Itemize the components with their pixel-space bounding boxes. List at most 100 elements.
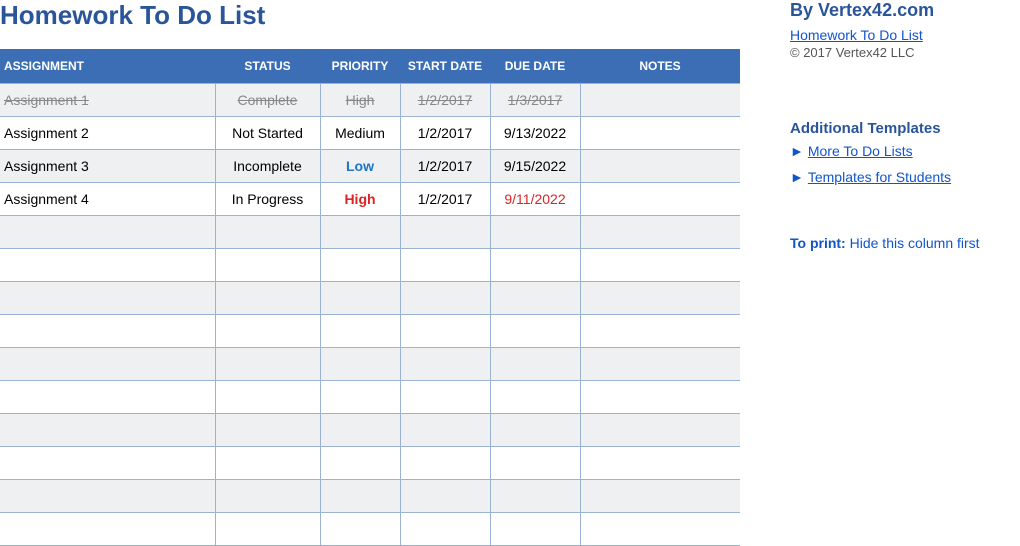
- cell-notes[interactable]: [580, 150, 740, 183]
- cell-empty[interactable]: [490, 216, 580, 249]
- table-row-empty[interactable]: [0, 447, 740, 480]
- table-row[interactable]: Assignment 4In ProgressHigh1/2/20179/11/…: [0, 183, 740, 216]
- cell-empty[interactable]: [580, 282, 740, 315]
- cell-start-date[interactable]: 1/2/2017: [400, 84, 490, 117]
- cell-empty[interactable]: [0, 348, 215, 381]
- table-row[interactable]: Assignment 3IncompleteLow1/2/20179/15/20…: [0, 150, 740, 183]
- cell-empty[interactable]: [0, 414, 215, 447]
- cell-empty[interactable]: [490, 348, 580, 381]
- cell-empty[interactable]: [400, 447, 490, 480]
- cell-empty[interactable]: [215, 414, 320, 447]
- cell-empty[interactable]: [0, 447, 215, 480]
- cell-empty[interactable]: [320, 315, 400, 348]
- cell-assignment[interactable]: Assignment 3: [0, 150, 215, 183]
- cell-assignment[interactable]: Assignment 1: [0, 84, 215, 117]
- cell-empty[interactable]: [320, 216, 400, 249]
- cell-empty[interactable]: [400, 480, 490, 513]
- link-templates-for-students[interactable]: ►Templates for Students: [790, 169, 1010, 185]
- cell-empty[interactable]: [400, 414, 490, 447]
- table-row[interactable]: Assignment 2Not StartedMedium1/2/20179/1…: [0, 117, 740, 150]
- cell-empty[interactable]: [0, 480, 215, 513]
- cell-empty[interactable]: [320, 282, 400, 315]
- cell-empty[interactable]: [580, 513, 740, 546]
- cell-empty[interactable]: [215, 348, 320, 381]
- cell-empty[interactable]: [0, 381, 215, 414]
- cell-empty[interactable]: [320, 414, 400, 447]
- cell-empty[interactable]: [320, 513, 400, 546]
- cell-empty[interactable]: [320, 447, 400, 480]
- cell-due-date[interactable]: 9/11/2022: [490, 183, 580, 216]
- table-row-empty[interactable]: [0, 381, 740, 414]
- cell-empty[interactable]: [580, 414, 740, 447]
- table-row-empty[interactable]: [0, 282, 740, 315]
- table-row-empty[interactable]: [0, 414, 740, 447]
- cell-empty[interactable]: [215, 249, 320, 282]
- cell-empty[interactable]: [490, 249, 580, 282]
- cell-due-date[interactable]: 9/13/2022: [490, 117, 580, 150]
- cell-priority[interactable]: Medium: [320, 117, 400, 150]
- cell-empty[interactable]: [215, 447, 320, 480]
- cell-start-date[interactable]: 1/2/2017: [400, 117, 490, 150]
- cell-status[interactable]: Not Started: [215, 117, 320, 150]
- cell-empty[interactable]: [400, 315, 490, 348]
- cell-empty[interactable]: [580, 480, 740, 513]
- cell-empty[interactable]: [580, 381, 740, 414]
- cell-priority[interactable]: Low: [320, 150, 400, 183]
- cell-empty[interactable]: [320, 381, 400, 414]
- cell-empty[interactable]: [490, 381, 580, 414]
- cell-empty[interactable]: [490, 315, 580, 348]
- cell-empty[interactable]: [0, 513, 215, 546]
- cell-start-date[interactable]: 1/2/2017: [400, 150, 490, 183]
- cell-empty[interactable]: [215, 480, 320, 513]
- cell-empty[interactable]: [400, 513, 490, 546]
- cell-due-date[interactable]: 1/3/2017: [490, 84, 580, 117]
- table-row-empty[interactable]: [0, 315, 740, 348]
- table-row-empty[interactable]: [0, 348, 740, 381]
- cell-status[interactable]: Complete: [215, 84, 320, 117]
- cell-empty[interactable]: [320, 480, 400, 513]
- cell-empty[interactable]: [490, 414, 580, 447]
- cell-empty[interactable]: [320, 249, 400, 282]
- cell-empty[interactable]: [490, 447, 580, 480]
- cell-empty[interactable]: [580, 348, 740, 381]
- cell-status[interactable]: Incomplete: [215, 150, 320, 183]
- cell-empty[interactable]: [0, 282, 215, 315]
- cell-empty[interactable]: [400, 348, 490, 381]
- template-link[interactable]: Homework To Do List: [790, 27, 923, 43]
- cell-notes[interactable]: [580, 117, 740, 150]
- table-row-empty[interactable]: [0, 513, 740, 546]
- cell-empty[interactable]: [400, 216, 490, 249]
- cell-empty[interactable]: [215, 282, 320, 315]
- cell-empty[interactable]: [400, 282, 490, 315]
- cell-empty[interactable]: [215, 381, 320, 414]
- cell-empty[interactable]: [215, 315, 320, 348]
- cell-empty[interactable]: [400, 381, 490, 414]
- cell-empty[interactable]: [400, 249, 490, 282]
- table-row-empty[interactable]: [0, 216, 740, 249]
- cell-empty[interactable]: [215, 513, 320, 546]
- cell-empty[interactable]: [580, 249, 740, 282]
- cell-priority[interactable]: High: [320, 183, 400, 216]
- cell-notes[interactable]: [580, 84, 740, 117]
- cell-empty[interactable]: [490, 480, 580, 513]
- cell-assignment[interactable]: Assignment 4: [0, 183, 215, 216]
- cell-due-date[interactable]: 9/15/2022: [490, 150, 580, 183]
- cell-empty[interactable]: [215, 216, 320, 249]
- cell-empty[interactable]: [580, 216, 740, 249]
- link-more-to-do-lists[interactable]: ►More To Do Lists: [790, 143, 1010, 159]
- table-row[interactable]: Assignment 1CompleteHigh1/2/20171/3/2017: [0, 84, 740, 117]
- table-row-empty[interactable]: [0, 480, 740, 513]
- cell-status[interactable]: In Progress: [215, 183, 320, 216]
- table-row-empty[interactable]: [0, 249, 740, 282]
- cell-assignment[interactable]: Assignment 2: [0, 117, 215, 150]
- cell-empty[interactable]: [0, 216, 215, 249]
- cell-priority[interactable]: High: [320, 84, 400, 117]
- cell-empty[interactable]: [580, 315, 740, 348]
- cell-empty[interactable]: [490, 513, 580, 546]
- cell-notes[interactable]: [580, 183, 740, 216]
- cell-empty[interactable]: [580, 447, 740, 480]
- cell-empty[interactable]: [0, 249, 215, 282]
- cell-start-date[interactable]: 1/2/2017: [400, 183, 490, 216]
- cell-empty[interactable]: [490, 282, 580, 315]
- cell-empty[interactable]: [320, 348, 400, 381]
